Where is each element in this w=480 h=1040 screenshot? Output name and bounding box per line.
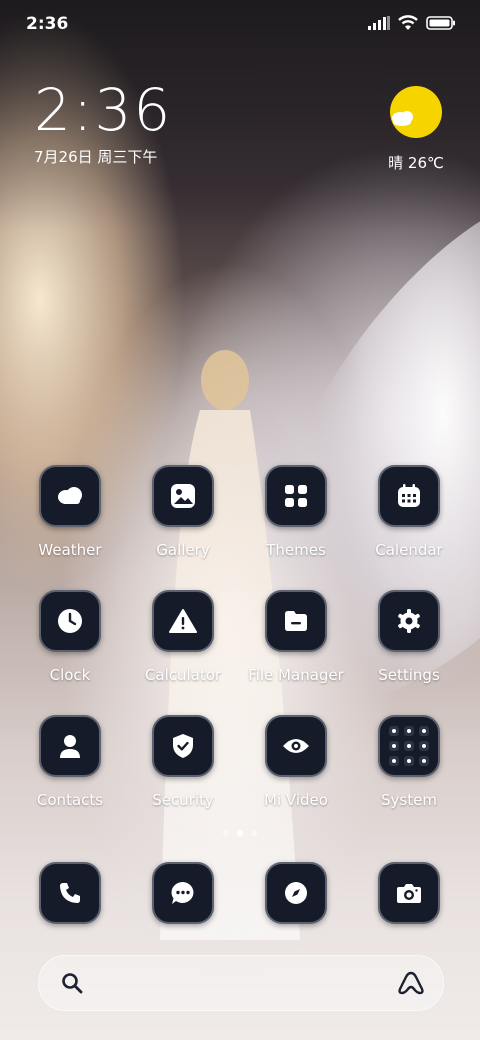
app-security-label: Security xyxy=(152,791,214,809)
app-security[interactable]: Security xyxy=(128,715,238,809)
grid-icon xyxy=(285,485,307,507)
weather-temp: 晴 26℃ xyxy=(388,154,444,172)
dock-phone[interactable] xyxy=(15,862,125,924)
app-calculator-label: Calculator xyxy=(144,666,222,684)
app-calendar-tile[interactable] xyxy=(378,465,440,527)
search-bar[interactable] xyxy=(38,955,444,1011)
app-mi-video-tile[interactable] xyxy=(265,715,327,777)
gear-icon xyxy=(398,609,420,633)
weather-widget[interactable]: 晴 26℃ xyxy=(388,84,444,173)
warning-icon xyxy=(169,609,197,633)
app-settings-tile[interactable] xyxy=(378,590,440,652)
folder-grid-icon xyxy=(389,726,429,766)
app-calendar-label: Calendar xyxy=(375,541,443,559)
app-clock-tile[interactable] xyxy=(39,590,101,652)
app-themes[interactable]: Themes xyxy=(241,465,351,559)
assistant-icon[interactable] xyxy=(397,970,425,996)
app-calendar[interactable]: Calendar xyxy=(354,465,464,559)
shield-icon xyxy=(173,734,193,758)
app-contacts-tile[interactable] xyxy=(39,715,101,777)
app-system-folder[interactable]: System xyxy=(354,715,464,809)
dock-phone-tile[interactable] xyxy=(39,862,101,924)
app-mi-video[interactable]: Mi Video xyxy=(241,715,351,809)
compass-icon xyxy=(285,882,307,904)
folder-icon xyxy=(285,611,307,631)
dock-browser-tile[interactable] xyxy=(265,862,327,924)
app-settings[interactable]: Settings xyxy=(354,590,464,684)
wifi-icon xyxy=(398,15,418,30)
app-clock-label: Clock xyxy=(49,666,91,684)
dock-camera-tile[interactable] xyxy=(378,862,440,924)
dock-messages-tile[interactable] xyxy=(152,862,214,924)
eye-icon xyxy=(283,739,309,753)
app-settings-label: Settings xyxy=(378,666,440,684)
phone-icon xyxy=(60,883,80,903)
search-icon[interactable] xyxy=(61,972,83,994)
app-gallery[interactable]: Gallery xyxy=(128,465,238,559)
app-file-manager-tile[interactable] xyxy=(265,590,327,652)
app-system-label: System xyxy=(381,791,437,809)
battery-icon xyxy=(426,16,455,30)
app-contacts-label: Contacts xyxy=(36,791,104,809)
message-icon xyxy=(171,881,194,904)
app-weather[interactable]: Weather xyxy=(15,465,125,559)
page-dot xyxy=(223,830,229,836)
clock-icon xyxy=(58,609,82,633)
calendar-icon xyxy=(398,484,420,507)
app-calculator-tile[interactable] xyxy=(152,590,214,652)
status-icons xyxy=(368,15,456,31)
app-security-tile[interactable] xyxy=(152,715,214,777)
signal-icon xyxy=(368,16,390,30)
app-calculator[interactable]: Calculator xyxy=(128,590,238,684)
sun-cloud-icon xyxy=(390,86,442,138)
app-gallery-tile[interactable] xyxy=(152,465,214,527)
app-mi-video-label: Mi Video xyxy=(264,791,328,809)
clock-time: 2:36 xyxy=(34,76,173,144)
dock-camera[interactable] xyxy=(354,862,464,924)
page-indicator xyxy=(0,830,480,836)
app-file-manager-label: File Manager xyxy=(248,666,344,684)
clock-date: 7月26日 周三下午 xyxy=(34,148,158,166)
app-weather-label: Weather xyxy=(38,541,102,559)
app-contacts[interactable]: Contacts xyxy=(15,715,125,809)
image-icon xyxy=(171,484,195,508)
app-weather-tile[interactable] xyxy=(39,465,101,527)
app-clock[interactable]: Clock xyxy=(15,590,125,684)
clock-widget[interactable]: 2:36 7月26日 周三下午 xyxy=(34,80,172,167)
dock-messages[interactable] xyxy=(128,862,238,924)
app-themes-label: Themes xyxy=(266,541,326,559)
app-gallery-label: Gallery xyxy=(156,541,210,559)
app-system-tile[interactable] xyxy=(378,715,440,777)
app-themes-tile[interactable] xyxy=(265,465,327,527)
dock-browser[interactable] xyxy=(241,862,351,924)
cloud-icon xyxy=(58,487,82,504)
status-bar: 2:36 xyxy=(0,0,480,50)
page-dot-active xyxy=(237,830,243,836)
app-file-manager[interactable]: File Manager xyxy=(241,590,351,684)
person-icon xyxy=(60,735,80,758)
camera-icon xyxy=(397,884,421,903)
page-dot xyxy=(251,830,257,836)
status-time: 2:36 xyxy=(26,14,69,34)
